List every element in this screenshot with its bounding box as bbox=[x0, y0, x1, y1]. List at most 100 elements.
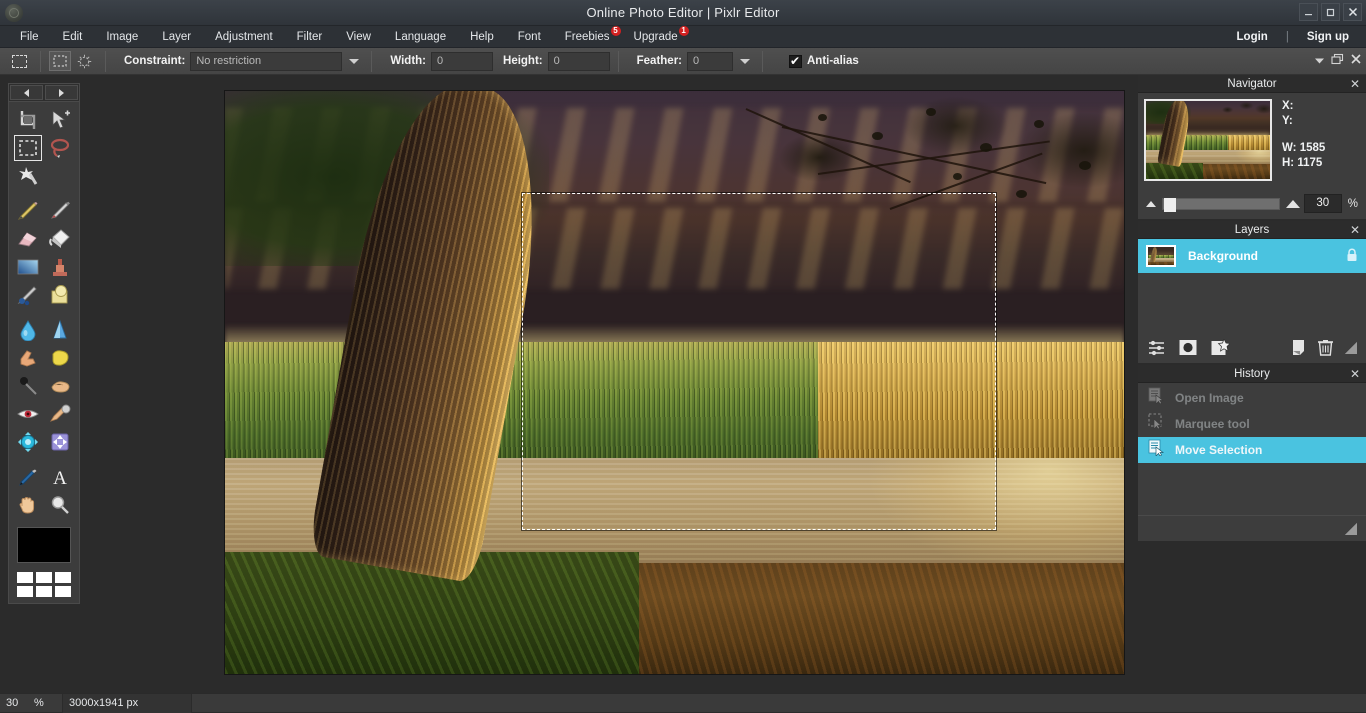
paint-bucket-tool[interactable] bbox=[44, 225, 76, 253]
login-link[interactable]: Login bbox=[1228, 31, 1277, 43]
resize-corner-icon[interactable] bbox=[1343, 340, 1358, 360]
palette-swatch[interactable] bbox=[36, 586, 52, 597]
arrow-left-icon[interactable] bbox=[10, 85, 43, 100]
menu-upgrade[interactable]: Upgrade 1 bbox=[622, 26, 690, 48]
arrow-right-icon[interactable] bbox=[45, 85, 78, 100]
history-row-move-selection[interactable]: Move Selection bbox=[1138, 437, 1366, 463]
options-close-icon[interactable] bbox=[1350, 52, 1362, 70]
right-dock: Navigator ✕ bbox=[1138, 75, 1366, 693]
width-input[interactable]: 0 bbox=[431, 52, 493, 71]
color-picker-tool[interactable] bbox=[12, 463, 44, 491]
delete-layer-icon[interactable] bbox=[1318, 339, 1333, 361]
move-tool[interactable] bbox=[44, 106, 76, 134]
options-divider-2 bbox=[105, 51, 106, 72]
spot-heal-tool[interactable] bbox=[44, 400, 76, 428]
layers-panel-header[interactable]: Layers ✕ bbox=[1138, 221, 1366, 239]
canvas-area[interactable] bbox=[90, 75, 1138, 693]
maximize-button[interactable] bbox=[1321, 3, 1340, 21]
small-triangle-icon[interactable] bbox=[1146, 201, 1156, 207]
eraser-tool[interactable] bbox=[12, 225, 44, 253]
pencil-tool[interactable] bbox=[12, 197, 44, 225]
menu-language[interactable]: Language bbox=[383, 26, 458, 48]
antialias-checkbox[interactable] bbox=[789, 55, 802, 68]
layer-mask-icon[interactable] bbox=[1179, 339, 1197, 361]
primary-color-swatch[interactable] bbox=[17, 527, 71, 563]
lasso-select-tool[interactable] bbox=[44, 134, 76, 162]
account-actions: Login | Sign up bbox=[1228, 31, 1358, 43]
sharpen-tool[interactable] bbox=[44, 316, 76, 344]
brush-tool[interactable] bbox=[44, 197, 76, 225]
navigator-w-value: 1585 bbox=[1300, 142, 1326, 154]
history-panel-header[interactable]: History ✕ bbox=[1138, 365, 1366, 383]
color-swatch-group[interactable] bbox=[9, 519, 79, 567]
crop-tool[interactable] bbox=[12, 106, 44, 134]
marquee-select-tool[interactable] bbox=[12, 134, 44, 162]
sponge-tool[interactable] bbox=[44, 344, 76, 372]
layers-close-icon[interactable]: ✕ bbox=[1350, 222, 1360, 238]
bloat-tool[interactable] bbox=[12, 428, 44, 456]
image-canvas[interactable] bbox=[224, 90, 1125, 675]
minimize-button[interactable] bbox=[1299, 3, 1318, 21]
type-tool[interactable]: A bbox=[44, 463, 76, 491]
drawing-tool[interactable] bbox=[12, 281, 44, 309]
constraint-chevron-down-icon[interactable] bbox=[349, 59, 359, 64]
menu-freebies[interactable]: Freebies 5 bbox=[553, 26, 622, 48]
signup-link[interactable]: Sign up bbox=[1298, 31, 1358, 43]
clone-stamp-tool[interactable] bbox=[44, 253, 76, 281]
add-layer-icon[interactable] bbox=[1211, 339, 1230, 362]
blur-tool[interactable] bbox=[12, 316, 44, 344]
pinch-tool[interactable] bbox=[44, 428, 76, 456]
red-eye-tool[interactable] bbox=[12, 400, 44, 428]
zoom-tool[interactable] bbox=[44, 491, 76, 519]
constraint-select[interactable]: No restriction bbox=[190, 52, 342, 71]
palette-swatch[interactable] bbox=[36, 572, 52, 583]
duplicate-layer-icon[interactable] bbox=[1292, 339, 1308, 361]
menu-file[interactable]: File bbox=[8, 26, 51, 48]
lock-icon[interactable] bbox=[1346, 248, 1358, 265]
menu-adjustment[interactable]: Adjustment bbox=[203, 26, 285, 48]
layer-row-background[interactable]: Background bbox=[1138, 239, 1366, 273]
height-input[interactable]: 0 bbox=[548, 52, 610, 71]
layer-list: Background bbox=[1138, 239, 1366, 337]
navigator-body: X: Y: W: 1585 H: 1175 bbox=[1138, 93, 1366, 219]
gradient-tool[interactable] bbox=[12, 253, 44, 281]
restore-window-icon[interactable] bbox=[1331, 52, 1344, 70]
selection-new-icon[interactable] bbox=[49, 51, 71, 71]
menu-help[interactable]: Help bbox=[458, 26, 506, 48]
large-triangle-icon[interactable] bbox=[1286, 200, 1300, 208]
close-button[interactable] bbox=[1343, 3, 1362, 21]
menu-layer[interactable]: Layer bbox=[150, 26, 203, 48]
navigator-panel-header[interactable]: Navigator ✕ bbox=[1138, 75, 1366, 93]
options-chevron-down-icon[interactable] bbox=[1314, 52, 1325, 70]
history-row-marquee-tool[interactable]: Marquee tool bbox=[1138, 411, 1366, 437]
color-replace-tool[interactable] bbox=[44, 281, 76, 309]
window-title: Online Photo Editor | Pixlr Editor bbox=[0, 5, 1366, 20]
navigator-close-icon[interactable]: ✕ bbox=[1350, 76, 1360, 92]
dodge-tool[interactable] bbox=[12, 372, 44, 400]
history-close-icon[interactable]: ✕ bbox=[1350, 366, 1360, 382]
navigator-thumbnail[interactable] bbox=[1144, 99, 1272, 181]
layer-settings-icon[interactable] bbox=[1148, 339, 1165, 361]
palette-swatch[interactable] bbox=[55, 586, 71, 597]
palette-swatch[interactable] bbox=[17, 572, 33, 583]
menu-view[interactable]: View bbox=[334, 26, 383, 48]
resize-corner-icon[interactable] bbox=[1343, 521, 1358, 541]
smudge-tool[interactable] bbox=[12, 344, 44, 372]
menu-edit[interactable]: Edit bbox=[51, 26, 95, 48]
zoom-slider-thumb[interactable] bbox=[1164, 198, 1176, 212]
selection-feather-icon[interactable] bbox=[73, 51, 95, 71]
palette-swatch[interactable] bbox=[55, 572, 71, 583]
feather-chevron-down-icon[interactable] bbox=[740, 59, 750, 64]
hand-tool[interactable] bbox=[12, 491, 44, 519]
zoom-slider[interactable] bbox=[1162, 198, 1280, 210]
history-row-open-image[interactable]: Open Image bbox=[1138, 385, 1366, 411]
feather-input[interactable]: 0 bbox=[687, 52, 733, 71]
menu-image[interactable]: Image bbox=[94, 26, 150, 48]
navigator-zoom-input[interactable]: 30 bbox=[1304, 194, 1342, 213]
menu-font[interactable]: Font bbox=[506, 26, 553, 48]
antialias-toggle[interactable]: Anti-alias bbox=[789, 55, 859, 68]
wand-select-tool[interactable] bbox=[12, 162, 44, 190]
burn-tool[interactable] bbox=[44, 372, 76, 400]
menu-filter[interactable]: Filter bbox=[285, 26, 335, 48]
palette-swatch[interactable] bbox=[17, 586, 33, 597]
